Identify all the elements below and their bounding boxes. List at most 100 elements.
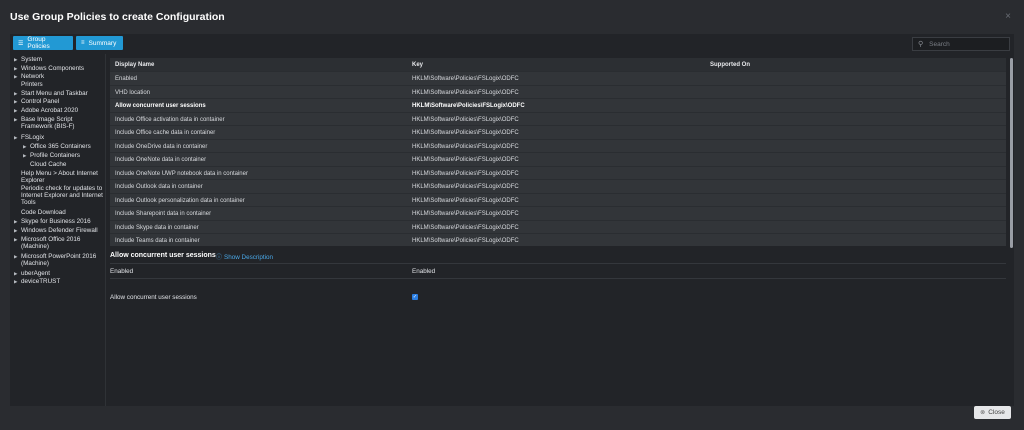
sidebar-item[interactable]: ▶ Network [14,73,105,80]
dialog-body: ☰ Group Policies ≡ Summary ⚲ ▶ System ▶ Win… [10,34,1014,406]
table-row[interactable]: Include Outlook data in container HKLM\So… [110,179,1006,193]
table-row[interactable]: Include Sharepoint data in container HKLM… [110,206,1006,220]
sidebar-item[interactable]: Code Download [21,209,105,216]
sidebar-item-label: Help Menu > About Internet Explorer [21,170,98,184]
table-row[interactable]: Include OneNote UWP notebook data in con… [110,165,1006,180]
sidebar-item-label: Adobe Acrobat 2020 [21,107,79,114]
expand-arrow-icon[interactable]: ▶ [23,143,26,150]
group-policies-button[interactable]: ☰ Group Policies [13,36,73,50]
sidebar-item[interactable]: ▶ Microsoft Office 2016 (Machine) [14,236,105,250]
search-icon: ⚲ [918,41,924,48]
sidebar-item[interactable]: Help Menu > About Internet Explorer [21,170,105,184]
info-icon: ⓘ [216,255,223,261]
settings-table: Display Name Key Supported On Enabled HKL… [110,58,1006,246]
sidebar-item-label: uberAgent [21,270,51,277]
close-icon[interactable]: × [1005,11,1011,22]
cell-display-name: Include OneDrive data in container [115,143,208,150]
expand-arrow-icon[interactable]: ▶ [14,73,17,80]
summary-label: Summary [88,39,117,47]
divider [110,263,1006,264]
sidebar-item[interactable]: ▶ Adobe Acrobat 2020 [14,107,105,114]
sidebar-item[interactable]: ▶ System [14,56,105,63]
search-box[interactable]: ⚲ [912,37,1010,51]
close-circle-icon: ⊗ [980,410,986,416]
dialog-titlebar: Use Group Policies to create Configurati… [0,0,1024,34]
sidebar-item[interactable]: ▶ deviceTRUST [14,278,105,285]
cell-display-name: Include Outlook data in container [115,184,203,190]
table-row[interactable]: Include Office activation data in contai… [110,111,1006,126]
sidebar-item-label: Code Download [21,209,66,216]
expand-arrow-icon[interactable]: ▶ [14,236,17,243]
policy-tree: ▶ System ▶ Windows Components ▶ Network Printe… [10,54,106,406]
table-row[interactable]: Enabled HKLM\Software\Policies\FSLogix\OD… [110,71,1006,85]
cell-display-name: Include OneNote UWP notebook data in con… [115,170,248,177]
sidebar-item-label: Windows Defender Firewall [21,227,98,234]
close-button[interactable]: ⊗ Close [974,406,1011,419]
expand-arrow-icon[interactable]: ▶ [14,56,17,63]
cell-key: HKLM\Software\Policies\FSLogix\ODFC [412,224,519,231]
sidebar-item-label: Office 365 Containers [30,143,91,150]
expand-arrow-icon[interactable]: ▶ [14,278,17,285]
show-description-link[interactable]: ⓘ Show Description [216,252,273,261]
sidebar-item[interactable]: ▶ Office 365 Containers [23,143,114,150]
sidebar-item[interactable]: ▶ FSLogix [14,134,105,141]
cell-key: HKLM\Software\Policies\FSLogix\ODFC [412,89,519,96]
expand-arrow-icon[interactable]: ▶ [14,253,17,260]
expand-arrow-icon[interactable]: ▶ [14,107,17,114]
table-row[interactable]: Include Teams data in container HKLM\Soft… [110,233,1006,246]
divider [110,278,1006,279]
table-row[interactable]: Include OneDrive data in container HKLM\S… [110,138,1006,153]
cell-key: HKLM\Software\Policies\FSLogix\ODFC [412,76,519,82]
allow-concurrent-checkbox[interactable]: ✓ [412,294,418,300]
sidebar-item[interactable]: ▶ Profile Containers [23,152,114,159]
search-input[interactable] [929,40,1010,48]
scrollbar-thumb[interactable] [1010,58,1013,248]
sidebar-item-label: Microsoft Office 2016 (Machine) [21,236,81,250]
cell-key: HKLM\Software\Policies\FSLogix\ODFC [412,143,519,150]
cell-display-name: VHD location [115,89,151,96]
summary-button[interactable]: ≡ Summary [76,36,123,50]
field-label-enabled: Enabled [110,268,134,275]
sidebar-item[interactable]: ▶ Windows Defender Firewall [14,227,105,234]
cell-display-name: Include Outlook personalization data in … [115,197,245,204]
table-row[interactable]: VHD location HKLM\Software\Policies\FSLog… [110,84,1006,99]
enabled-select[interactable]: Enabled [412,268,435,275]
cell-key: HKLM\Software\Policies\FSLogix\ODFC [412,170,519,177]
table-row[interactable]: Include OneNote data in container HKLM\So… [110,152,1006,166]
table-row[interactable]: Include Skype data in container HKLM\Soft… [110,219,1006,234]
cell-display-name: Include Teams data in container [115,238,200,244]
sidebar-item[interactable]: ▶ Skype for Business 2016 [14,218,105,225]
expand-arrow-icon[interactable]: ▶ [14,116,17,123]
column-header-supported-on[interactable]: Supported On [710,62,750,68]
sidebar-item[interactable]: ▶ Base Image Script Framework (BIS-F) [14,116,105,130]
sidebar-item[interactable]: ▶ Windows Components [14,65,105,72]
expand-arrow-icon[interactable]: ▶ [14,65,17,72]
expand-arrow-icon[interactable]: ▶ [14,90,17,97]
toolbar: ☰ Group Policies ≡ Summary ⚲ [10,34,1014,54]
expand-arrow-icon[interactable]: ▶ [14,227,17,234]
sidebar-item-label: Microsoft PowerPoint 2016 (Machine) [21,253,97,267]
sidebar-item[interactable]: ▶ Control Panel [14,98,105,105]
table-row[interactable]: Include Outlook personalization data in … [110,192,1006,207]
column-header-key[interactable]: Key [412,62,423,68]
sidebar-item-label: Network [21,73,45,80]
sidebar-item-label: System [21,56,42,63]
sidebar-item[interactable]: Printers [21,81,105,88]
column-header-display-name[interactable]: Display Name [115,62,154,68]
expand-arrow-icon[interactable]: ▶ [14,134,17,141]
expand-arrow-icon[interactable]: ▶ [14,218,17,225]
sidebar-item[interactable]: ▶ Microsoft PowerPoint 2016 (Machine) [14,253,105,267]
sidebar-item-label: Windows Components [21,65,84,72]
expand-arrow-icon[interactable]: ▶ [23,152,26,159]
sidebar-item[interactable]: Periodic check for updates to Internet E… [21,185,105,206]
sidebar-item[interactable]: ▶ uberAgent [14,270,105,277]
table-row[interactable]: Allow concurrent user sessions HKLM\Softw… [110,98,1006,112]
expand-arrow-icon[interactable]: ▶ [14,98,17,105]
expand-arrow-icon[interactable]: ▶ [14,270,17,277]
scrollbar[interactable] [1010,54,1014,406]
list-icon: ☰ [18,40,24,47]
cell-key: HKLM\Software\Policies\FSLogix\ODFC [412,157,519,163]
sidebar-item[interactable]: ▶ Start Menu and Taskbar [14,90,105,97]
sidebar-item[interactable]: Cloud Cache [30,161,114,168]
table-row[interactable]: Include Office cache data in container HK… [110,125,1006,139]
